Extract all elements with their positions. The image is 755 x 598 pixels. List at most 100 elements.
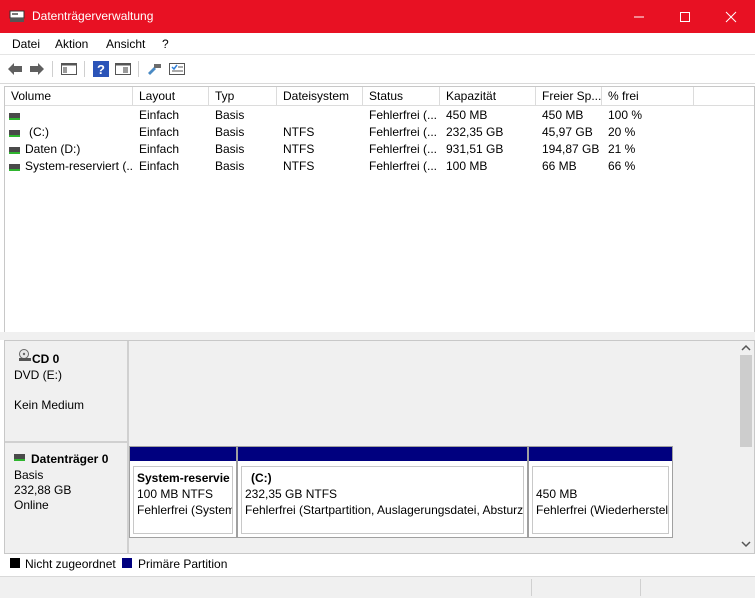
column-header-freier-speicher[interactable]: Freier Sp... — [536, 87, 602, 106]
volume-capacity: 100 MB — [446, 159, 488, 173]
primary-partition-bar — [130, 447, 236, 461]
volume-status: Fehlerfrei (... — [369, 108, 438, 122]
volume-layout: Einfach — [139, 142, 180, 156]
volume-type: Basis — [215, 125, 245, 139]
primary-partition-bar — [238, 447, 527, 461]
volume-name: (C:) — [29, 125, 49, 139]
hard-disk-icon — [14, 454, 25, 461]
disk-management-app-icon — [9, 10, 25, 22]
volume-free-space: 194,87 GB — [542, 142, 600, 156]
partition-size: 450 MB — [536, 487, 578, 501]
column-header-volume[interactable]: Volume — [5, 87, 133, 106]
cd-drive-icon — [19, 349, 31, 361]
cd0-label[interactable]: CD 0 DVD (E:) Kein Medium — [5, 341, 129, 443]
volume-icon — [9, 113, 20, 120]
cd0-media-state: Kein Medium — [14, 398, 85, 412]
menu-help[interactable]: ? — [162, 37, 169, 51]
volume-filesystem: NTFS — [283, 142, 315, 156]
forward-arrow-icon[interactable] — [28, 60, 46, 78]
column-header-kapazitaet[interactable]: Kapazität — [440, 87, 536, 106]
volume-free-space: 45,97 GB — [542, 125, 593, 139]
disk0-state: Online — [14, 498, 49, 512]
minimize-button[interactable] — [616, 0, 662, 33]
status-bar — [0, 576, 755, 598]
partition-title: System-reservie — [137, 471, 230, 485]
menu-aktion[interactable]: Aktion — [55, 37, 88, 51]
primary-partition-bar — [529, 447, 672, 461]
scroll-down-icon[interactable] — [741, 541, 751, 549]
scrollbar-thumb[interactable] — [740, 355, 752, 447]
volume-name: Daten (D:) — [25, 142, 81, 156]
minimize-icon — [634, 16, 644, 17]
status-divider — [531, 579, 532, 596]
column-header-status[interactable]: Status — [363, 87, 440, 106]
column-header-layout[interactable]: Layout — [133, 87, 209, 106]
back-arrow-icon[interactable] — [6, 60, 24, 78]
help-icon[interactable]: ? — [92, 60, 110, 78]
disk-view-scrollbar[interactable] — [738, 341, 754, 553]
partition-system-reserved[interactable]: System-reservie 100 MB NTFS Fehlerfrei (… — [129, 446, 237, 538]
close-button[interactable] — [708, 0, 754, 33]
volume-percent-free: 100 % — [608, 108, 643, 122]
volume-row[interactable]: Daten (D:) Einfach Basis NTFS Fehlerfrei… — [5, 141, 695, 158]
disk0-label[interactable]: Datenträger 0 Basis 232,88 GB Online — [5, 443, 129, 553]
partition-size: 232,35 GB NTFS — [245, 487, 338, 501]
column-header-prozent-frei[interactable]: % frei — [602, 87, 694, 106]
menu-bar: Datei Aktion Ansicht ? — [0, 33, 755, 55]
console-tree-icon[interactable] — [60, 60, 78, 78]
volume-status: Fehlerfrei (... — [369, 125, 438, 139]
pane-splitter[interactable] — [0, 332, 755, 340]
volume-icon — [9, 147, 20, 154]
volume-free-space: 66 MB — [542, 159, 577, 173]
svg-text:?: ? — [97, 62, 105, 77]
maximize-button[interactable] — [662, 0, 708, 33]
column-header-typ[interactable]: Typ — [209, 87, 277, 106]
volume-status: Fehlerfrei (... — [369, 142, 438, 156]
volume-capacity: 931,51 GB — [446, 142, 504, 156]
volume-name — [25, 107, 131, 124]
partition-status: Fehlerfrei (System — [137, 503, 233, 517]
column-header-dateisystem[interactable]: Dateisystem — [277, 87, 363, 106]
volume-name: System-reserviert (... — [25, 159, 133, 173]
partition-size: 100 MB NTFS — [137, 487, 214, 501]
partition-body: System-reservie 100 MB NTFS Fehlerfrei (… — [133, 466, 233, 534]
volume-type: Basis — [215, 108, 245, 122]
volume-percent-free: 20 % — [608, 125, 636, 139]
volume-list[interactable]: Volume Layout Typ Dateisystem Status Kap… — [4, 86, 755, 333]
disk0-size: 232,88 GB — [14, 483, 72, 497]
scroll-up-icon[interactable] — [741, 343, 751, 351]
cd0-drive: DVD (E:) — [14, 368, 62, 382]
cd0-area[interactable] — [129, 341, 738, 441]
volume-row[interactable]: Einfach Basis Fehlerfrei (... 450 MB 450… — [5, 107, 695, 124]
partition-recovery[interactable]: 450 MB Fehlerfrei (Wiederherstel — [528, 446, 673, 538]
disk0-type: Basis — [14, 468, 44, 482]
window-title: Datenträgerverwaltung — [32, 9, 154, 23]
column-header-filler — [694, 87, 754, 106]
legend-primary-label: Primäre Partition — [138, 557, 228, 571]
volume-row[interactable]: (C:) Einfach Basis NTFS Fehlerfrei (... … — [5, 124, 695, 141]
partition-c[interactable]: (C:) 232,35 GB NTFS Fehlerfrei (Startpar… — [237, 446, 528, 538]
rescan-icon[interactable] — [145, 60, 163, 78]
close-icon — [725, 11, 737, 22]
legend-swatch-unallocated — [10, 558, 20, 568]
volume-layout: Einfach — [139, 125, 180, 139]
properties-icon[interactable] — [114, 60, 132, 78]
disk-list-icon[interactable] — [168, 60, 186, 78]
legend: Nicht zugeordnet Primäre Partition — [4, 553, 753, 574]
volume-filesystem: NTFS — [283, 159, 315, 173]
volume-capacity: 450 MB — [446, 108, 488, 122]
partition-body: (C:) 232,35 GB NTFS Fehlerfrei (Startpar… — [241, 466, 524, 534]
volume-status: Fehlerfrei (... — [369, 159, 438, 173]
menu-ansicht[interactable]: Ansicht — [106, 37, 145, 51]
menu-datei[interactable]: Datei — [12, 37, 40, 51]
disk0-name: Datenträger 0 — [31, 452, 109, 466]
volume-filesystem: NTFS — [283, 125, 315, 139]
toolbar: ? — [0, 55, 755, 84]
partition-body: 450 MB Fehlerfrei (Wiederherstel — [532, 466, 669, 534]
cd0-name: CD 0 — [32, 352, 60, 366]
volume-percent-free: 21 % — [608, 142, 636, 156]
volume-type: Basis — [215, 142, 245, 156]
disk-view: CD 0 DVD (E:) Kein Medium Datenträger 0 … — [4, 340, 755, 554]
volume-row[interactable]: System-reserviert (... Einfach Basis NTF… — [5, 158, 695, 175]
maximize-icon — [680, 11, 690, 22]
